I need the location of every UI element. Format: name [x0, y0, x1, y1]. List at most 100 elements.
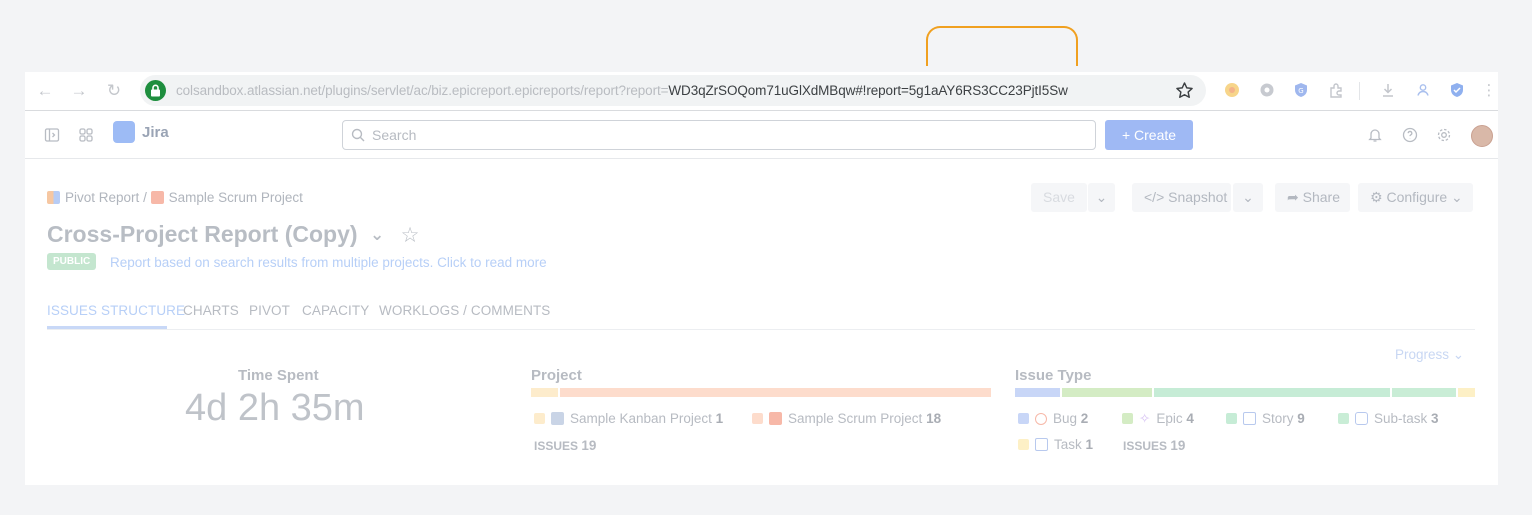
tab-worklogs-comments[interactable]: WORKLOGS / COMMENTS: [379, 303, 550, 318]
breadcrumb: Pivot Report / Sample Scrum Project: [47, 190, 303, 205]
tab-charts[interactable]: CHARTS: [183, 303, 239, 318]
app-switcher-icon[interactable]: [78, 127, 94, 143]
breadcrumb-pivot-report[interactable]: Pivot Report: [65, 190, 139, 205]
extension-colorful-icon[interactable]: [1224, 82, 1240, 98]
snapshot-label: Snapshot: [1168, 189, 1228, 205]
project-item-scrum[interactable]: Sample Scrum Project 18: [752, 411, 941, 426]
time-spent-value: 4d 2h 35m: [185, 387, 365, 429]
progress-label: Progress: [1395, 347, 1450, 362]
extensions-puzzle-icon[interactable]: [1328, 82, 1344, 98]
sidebar-toggle-icon[interactable]: [44, 127, 60, 143]
user-avatar[interactable]: [1471, 125, 1493, 147]
project-section-title: Project: [531, 367, 582, 384]
configure-label: Configure: [1386, 189, 1448, 205]
security-shield-icon[interactable]: [1449, 82, 1465, 98]
tab-capacity[interactable]: CAPACITY: [302, 303, 369, 318]
snapshot-dropdown-chevron-icon[interactable]: ⌄: [1233, 183, 1263, 212]
pivot-report-icon: [47, 191, 60, 204]
jira-top-nav: Jira Search + Create: [25, 111, 1498, 159]
issue-item-subtask[interactable]: Sub-task 3: [1338, 411, 1439, 426]
epic-lightning-icon: ✧: [1139, 411, 1151, 426]
toolbar-divider: [1359, 82, 1360, 100]
notifications-bell-icon[interactable]: [1367, 127, 1383, 143]
issue-item-bug[interactable]: Bug 2: [1018, 411, 1088, 426]
save-button[interactable]: Save: [1031, 183, 1087, 212]
lock-icon[interactable]: [145, 80, 166, 101]
project-total-value: 19: [581, 438, 597, 453]
issue-bar-subtask[interactable]: [1392, 388, 1456, 397]
url-text[interactable]: colsandbox.atlassian.net/plugins/servlet…: [176, 75, 1068, 106]
kanban-name: Sample Kanban Project: [570, 411, 712, 426]
configure-button[interactable]: ⚙ Configure ⌄: [1358, 183, 1473, 212]
issue-bar-bug[interactable]: [1015, 388, 1060, 397]
task-checkbox-icon: [1035, 438, 1048, 451]
profile-icon[interactable]: [1415, 82, 1431, 98]
issue-type-total: ISSUES 19: [1123, 438, 1185, 453]
scrum-name: Sample Scrum Project: [788, 411, 923, 426]
search-input[interactable]: Search: [342, 120, 1096, 150]
scrum-count: 18: [926, 411, 942, 426]
subtask-count: 3: [1431, 411, 1439, 426]
task-name: Task: [1054, 437, 1082, 452]
report-title[interactable]: Cross-Project Report (Copy) ⌄ ☆: [47, 221, 419, 248]
search-icon: [351, 128, 365, 142]
browser-menu-icon[interactable]: ⋮: [1479, 81, 1498, 101]
create-button[interactable]: + Create: [1105, 120, 1193, 150]
jira-app-name[interactable]: Jira: [142, 124, 169, 141]
snapshot-button[interactable]: </> Snapshot: [1132, 183, 1231, 212]
address-bar[interactable]: colsandbox.atlassian.net/plugins/servlet…: [140, 75, 1206, 106]
report-description-link[interactable]: Report based on search results from mult…: [110, 255, 547, 270]
active-tab-underline: [47, 326, 167, 329]
extension-gear-icon[interactable]: [1259, 82, 1275, 98]
public-badge: PUBLIC: [47, 253, 97, 270]
extension-shield-icon[interactable]: G: [1293, 82, 1309, 98]
tab-issues-structure[interactable]: ISSUES STRUCTURE: [47, 303, 185, 318]
story-checkbox-icon: [1243, 412, 1256, 425]
download-icon[interactable]: [1380, 82, 1396, 98]
browser-tab-outline: [926, 26, 1078, 66]
task-swatch: [1018, 439, 1029, 450]
issue-bar-task[interactable]: [1458, 388, 1475, 397]
report-title-text: Cross-Project Report (Copy): [47, 221, 358, 247]
story-name: Story: [1262, 411, 1294, 426]
project-total: ISSUES 19: [534, 438, 596, 453]
save-dropdown-chevron-icon[interactable]: ⌄: [1088, 183, 1115, 212]
epic-swatch: [1122, 413, 1133, 424]
browser-window: ← → ↻ colsandbox.atlassian.net/plugins/s…: [25, 72, 1498, 485]
jira-logo-icon[interactable]: [113, 121, 135, 143]
back-arrow-icon[interactable]: ←: [35, 81, 55, 101]
issue-item-task[interactable]: Task 1: [1018, 437, 1093, 452]
url-highlight-part: WD3qZrSOQom71uGlXdMBqw#!report=5g1aAY6RS…: [668, 83, 1068, 98]
code-icon: </>: [1144, 189, 1169, 205]
kanban-swatch: [534, 413, 545, 424]
subtask-swatch: [1338, 413, 1349, 424]
issue-bar-story[interactable]: [1154, 388, 1390, 397]
configure-chevron-icon: ⌄: [1447, 189, 1463, 205]
reload-icon[interactable]: ↻: [104, 81, 124, 101]
tab-pivot[interactable]: PIVOT: [249, 303, 290, 318]
issue-item-story[interactable]: Story 9: [1226, 411, 1305, 426]
kanban-project-icon: [551, 412, 564, 425]
share-arrow-icon: ➦: [1287, 189, 1303, 205]
project-bar-kanban[interactable]: [531, 388, 558, 397]
progress-dropdown[interactable]: Progress ⌄: [1395, 347, 1464, 363]
project-bar-scrum[interactable]: [560, 388, 991, 397]
bookmark-star-icon[interactable]: [1175, 81, 1194, 100]
breadcrumb-sample-scrum-project[interactable]: Sample Scrum Project: [169, 190, 303, 205]
project-item-kanban[interactable]: Sample Kanban Project 1: [534, 411, 723, 426]
favorite-star-icon[interactable]: ☆: [401, 224, 420, 247]
configure-gear-icon: ⚙: [1370, 189, 1387, 205]
epic-name: Epic: [1156, 411, 1183, 426]
report-tabs: ISSUES STRUCTURE CHARTS PIVOT CAPACITY W…: [47, 303, 1475, 330]
title-chevron-down-icon[interactable]: ⌄: [370, 225, 384, 244]
help-icon[interactable]: [1402, 127, 1418, 143]
svg-text:G: G: [1298, 87, 1303, 95]
share-button[interactable]: ➦ Share: [1275, 183, 1350, 212]
epic-count: 4: [1186, 411, 1194, 426]
issue-bar-epic[interactable]: [1062, 388, 1152, 397]
task-count: 1: [1085, 437, 1094, 452]
issue-item-epic[interactable]: ✧ Epic 4: [1122, 411, 1194, 427]
forward-arrow-icon[interactable]: →: [69, 81, 89, 101]
settings-gear-icon[interactable]: [1436, 127, 1452, 143]
subtask-icon: [1355, 412, 1368, 425]
